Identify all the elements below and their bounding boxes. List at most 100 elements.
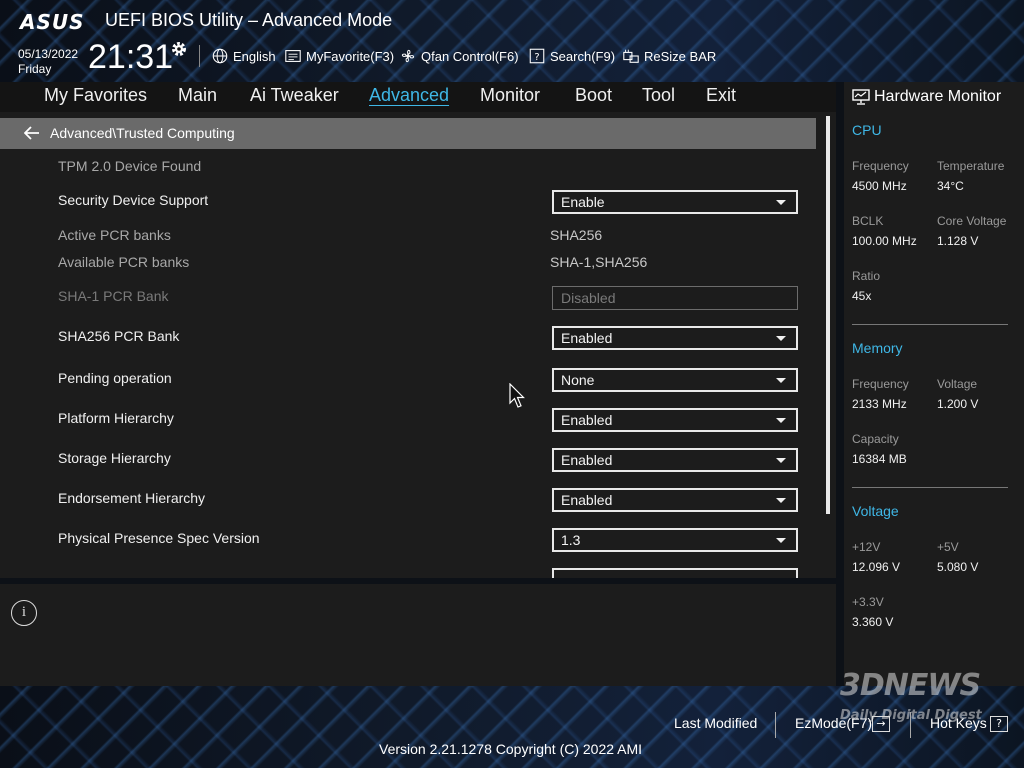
sha256-pcr-bank-label: SHA256 PCR Bank: [58, 328, 180, 344]
sha1-pcr-bank-select: Disabled: [552, 286, 798, 310]
memory-capacity-value: 16384 MB: [852, 452, 907, 466]
tab-ai-tweaker[interactable]: Ai Tweaker: [250, 85, 339, 106]
fan-icon: [401, 49, 415, 63]
endorsement-hierarchy-value: Enabled: [561, 492, 613, 508]
main-nav: My Favorites Main Ai Tweaker Advanced Mo…: [0, 82, 836, 112]
platform-hierarchy-select[interactable]: Enabled: [552, 408, 798, 432]
footer-separator: [910, 712, 911, 738]
chevron-down-icon: [776, 418, 786, 423]
pending-operation-select[interactable]: None: [552, 368, 798, 392]
available-pcr-banks-value: SHA-1,SHA256: [550, 254, 648, 270]
physical-presence-spec-label: Physical Presence Spec Version: [58, 530, 260, 546]
security-device-support-select[interactable]: Enable: [552, 190, 798, 214]
help-icon[interactable]: ?: [990, 716, 1008, 732]
core-voltage-label: Core Voltage: [937, 214, 1007, 228]
version-text: Version 2.21.1278 Copyright (C) 2022 AMI: [379, 741, 643, 757]
active-pcr-banks-value: SHA256: [550, 227, 603, 243]
voltage-heading: Voltage: [852, 503, 899, 519]
core-voltage-value: 1.128 V: [937, 234, 979, 248]
hotkeys-button[interactable]: Hot Keys: [930, 715, 987, 731]
cpu-frequency-value: 4500 MHz: [852, 179, 907, 193]
memory-heading: Memory: [852, 340, 903, 356]
search-button[interactable]: ? Search(F9): [528, 46, 615, 66]
hardware-monitor: Hardware Monitor CPU Frequency Temperatu…: [844, 82, 1024, 686]
qfan-label: Qfan Control(F6): [421, 48, 519, 64]
tab-exit[interactable]: Exit: [706, 85, 736, 106]
security-device-support-value: Enable: [561, 194, 605, 210]
tab-monitor[interactable]: Monitor: [480, 85, 540, 106]
tab-advanced[interactable]: Advanced: [369, 85, 449, 106]
security-device-support-label: Security Device Support: [58, 192, 209, 208]
cpu-temperature-value: 34°C: [937, 179, 964, 193]
storage-hierarchy-label: Storage Hierarchy: [58, 450, 171, 466]
search-label: Search(F9): [550, 48, 616, 64]
last-modified-button[interactable]: Last Modified: [674, 715, 757, 731]
platform-hierarchy-label: Platform Hierarchy: [58, 410, 174, 426]
day-text: Friday: [18, 62, 52, 76]
qfan-button[interactable]: Qfan Control(F6): [399, 46, 519, 66]
chevron-down-icon: [776, 538, 786, 543]
bclk-value: 100.00 MHz: [852, 234, 917, 248]
favorite-list-icon: [285, 50, 301, 62]
myfavorite-button[interactable]: MyFavorite(F3): [284, 46, 394, 66]
v12-label: +12V: [852, 540, 881, 554]
cpu-frequency-label: Frequency: [852, 159, 909, 173]
hardware-monitor-title: Hardware Monitor: [874, 88, 1002, 105]
svg-text:?: ?: [534, 52, 539, 63]
cpu-heading: CPU: [852, 122, 882, 138]
settings-panel: Advanced\Trusted Computing TPM 2.0 Devic…: [0, 112, 836, 578]
search-help-icon: ?: [529, 48, 545, 64]
chevron-down-icon: [776, 200, 786, 205]
asus-logo: ASUS: [20, 10, 85, 34]
sha256-pcr-bank-select[interactable]: Enabled: [552, 326, 798, 350]
resizebar-button[interactable]: ReSize BAR: [622, 46, 716, 66]
endorsement-hierarchy-label: Endorsement Hierarchy: [58, 490, 206, 506]
globe-icon: [212, 48, 228, 64]
monitor-icon: [852, 89, 870, 105]
v12-value: 12.096 V: [852, 560, 901, 574]
next-setting-select-partial[interactable]: [552, 568, 798, 578]
cpu-temperature-label: Temperature: [937, 159, 1005, 173]
language-label: English: [233, 48, 276, 64]
date-block: 05/13/2022 Friday: [18, 47, 78, 77]
memory-capacity-label: Capacity: [852, 432, 899, 446]
memory-frequency-label: Frequency: [852, 377, 909, 391]
watermark-logo: 3DNEWS: [840, 668, 981, 703]
storage-hierarchy-select[interactable]: Enabled: [552, 448, 798, 472]
sha1-pcr-bank-label: SHA-1 PCR Bank: [58, 288, 169, 304]
endorsement-hierarchy-select[interactable]: Enabled: [552, 488, 798, 512]
tab-tool[interactable]: Tool: [642, 85, 675, 106]
v33-label: +3.3V: [852, 595, 884, 609]
ezmode-button[interactable]: EzMode(F7): [795, 715, 872, 731]
active-pcr-banks-label: Active PCR banks: [58, 227, 171, 243]
hw-divider: [852, 487, 1008, 488]
header-separator: [199, 45, 200, 67]
pending-operation-label: Pending operation: [58, 370, 172, 386]
chevron-down-icon: [776, 336, 786, 341]
bclk-label: BCLK: [852, 214, 884, 228]
tab-my-favorites[interactable]: My Favorites: [44, 85, 147, 106]
breadcrumb: Advanced\Trusted Computing: [0, 118, 816, 149]
chevron-down-icon: [776, 378, 786, 383]
back-arrow-icon[interactable]: [24, 126, 40, 140]
exit-arrow-icon[interactable]: →: [872, 716, 890, 732]
v33-value: 3.360 V: [852, 615, 894, 629]
gear-icon[interactable]: [170, 40, 188, 58]
ratio-value: 45x: [852, 289, 872, 303]
resizebar-label: ReSize BAR: [644, 48, 717, 64]
storage-hierarchy-value: Enabled: [561, 452, 613, 468]
physical-presence-spec-select[interactable]: 1.3: [552, 528, 798, 552]
help-panel: i: [0, 584, 836, 686]
tab-main[interactable]: Main: [178, 85, 217, 106]
hardware-monitor-header: Hardware Monitor: [844, 82, 1024, 112]
tab-boot[interactable]: Boot: [575, 85, 612, 106]
app-title: UEFI BIOS Utility – Advanced Mode: [105, 10, 393, 30]
language-button[interactable]: English: [211, 46, 276, 66]
scrollbar[interactable]: [826, 116, 830, 514]
available-pcr-banks-label: Available PCR banks: [58, 254, 190, 270]
myfavorite-label: MyFavorite(F3): [306, 48, 395, 64]
date-text: 05/13/2022: [18, 47, 79, 61]
mouse-pointer-icon: [509, 383, 525, 408]
v5-label: +5V: [937, 540, 959, 554]
sha1-pcr-bank-value: Disabled: [561, 290, 616, 306]
